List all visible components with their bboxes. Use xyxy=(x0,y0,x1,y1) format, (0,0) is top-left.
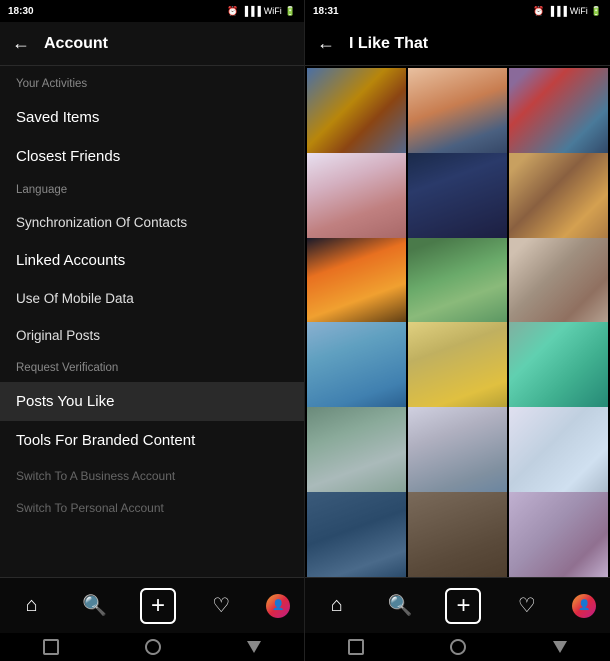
sidebar-item-saved-items[interactable]: Saved Items xyxy=(0,98,304,137)
left-nav-home[interactable]: ⌂ xyxy=(14,588,50,624)
photo-cell-16[interactable] xyxy=(307,492,406,577)
right-signal-icon: ▐▐▐ xyxy=(548,6,567,16)
right-header: ← I Like That xyxy=(305,22,610,66)
sidebar-item-personal-account[interactable]: Switch To Personal Account xyxy=(0,492,304,524)
left-nav-profile[interactable]: 👤 xyxy=(266,594,290,618)
menu-list: Your Activities Saved Items Closest Frie… xyxy=(0,66,304,577)
sidebar-item-sync-contacts[interactable]: Synchronization Of Contacts xyxy=(0,204,304,241)
right-battery-icon: 🔋 xyxy=(591,6,602,17)
wifi-icon: WiFi xyxy=(264,6,282,16)
left-gesture-square-icon xyxy=(43,639,59,655)
left-gesture-bar xyxy=(0,633,304,661)
photo-cell-17[interactable] xyxy=(408,492,507,577)
left-back-button[interactable]: ← xyxy=(12,33,30,54)
battery-icon: 🔋 xyxy=(285,6,296,17)
left-nav-add[interactable]: + xyxy=(140,588,176,624)
sidebar-item-language[interactable]: Language xyxy=(0,176,304,204)
left-time: 18:30 xyxy=(8,6,34,17)
left-nav-search[interactable]: 🔍 xyxy=(77,588,113,624)
right-wifi-icon: WiFi xyxy=(570,6,588,16)
right-gesture-square-icon xyxy=(348,639,364,655)
right-panel: 18:31 ⏰ ▐▐▐ WiFi 🔋 ← I Like That xyxy=(305,0,610,661)
left-header-title: Account xyxy=(44,35,108,53)
sidebar-item-mobile-data[interactable]: Use Of Mobile Data xyxy=(0,280,304,317)
sidebar-item-branded-content[interactable]: Tools For Branded Content xyxy=(0,421,304,460)
left-gesture-circle-icon xyxy=(145,639,161,655)
right-gesture-triangle-icon xyxy=(553,641,567,653)
left-status-icons: ⏰ ▐▐▐ WiFi 🔋 xyxy=(227,6,296,17)
left-header: ← Account xyxy=(0,22,304,66)
alarm-icon: ⏰ xyxy=(227,6,238,17)
left-status-bar: 18:30 ⏰ ▐▐▐ WiFi 🔋 xyxy=(0,0,304,22)
right-nav-search[interactable]: 🔍 xyxy=(382,588,418,624)
right-status-icons: ⏰ ▐▐▐ WiFi 🔋 xyxy=(533,6,602,17)
left-panel: 18:30 ⏰ ▐▐▐ WiFi 🔋 ← Account Your Activi… xyxy=(0,0,305,661)
sidebar-item-business-account[interactable]: Switch To A Business Account xyxy=(0,460,304,492)
sidebar-item-linked-accounts[interactable]: Linked Accounts xyxy=(0,241,304,280)
right-header-title: I Like That xyxy=(349,35,428,53)
right-gesture-circle-icon xyxy=(450,639,466,655)
left-bottom-nav: ⌂ 🔍 + ♡ 👤 xyxy=(0,577,304,633)
sidebar-item-your-activities[interactable]: Your Activities xyxy=(0,70,304,98)
left-gesture-triangle-icon xyxy=(247,641,261,653)
sidebar-item-posts-you-like[interactable]: Posts You Like xyxy=(0,382,304,421)
right-nav-add[interactable]: + xyxy=(445,588,481,624)
right-back-button[interactable]: ← xyxy=(317,33,335,54)
right-status-bar: 18:31 ⏰ ▐▐▐ WiFi 🔋 xyxy=(305,0,610,22)
right-nav-heart[interactable]: ♡ xyxy=(509,588,545,624)
sidebar-item-original-posts[interactable]: Original Posts xyxy=(0,317,304,354)
left-nav-heart[interactable]: ♡ xyxy=(203,588,239,624)
right-gesture-bar xyxy=(305,633,610,661)
right-alarm-icon: ⏰ xyxy=(533,6,544,17)
right-time: 18:31 xyxy=(313,6,339,17)
photo-cell-18[interactable] xyxy=(509,492,608,577)
right-nav-home[interactable]: ⌂ xyxy=(319,588,355,624)
signal-icon: ▐▐▐ xyxy=(242,6,261,16)
sidebar-item-request-verification[interactable]: Request Verification xyxy=(0,354,304,382)
right-nav-profile[interactable]: 👤 xyxy=(572,594,596,618)
sidebar-item-closest-friends[interactable]: Closest Friends xyxy=(0,137,304,176)
right-bottom-nav: ⌂ 🔍 + ♡ 👤 xyxy=(305,577,610,633)
photo-grid xyxy=(305,66,610,577)
